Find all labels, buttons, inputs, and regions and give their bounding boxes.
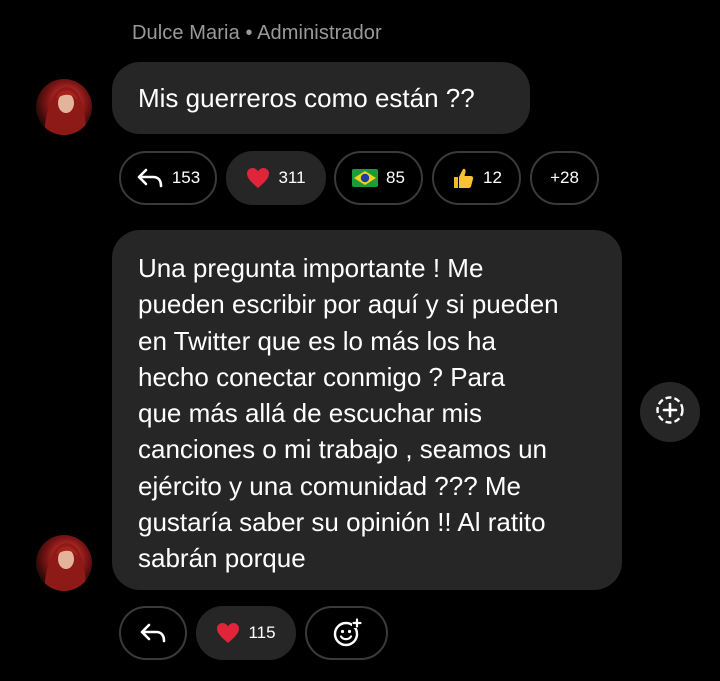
heart-count: 311 [278,168,306,187]
brazil-flag-reaction-chip[interactable]: 85 [334,151,423,205]
add-reaction-icon [332,618,362,648]
heart-icon [246,167,270,189]
heart-count: 115 [248,623,276,642]
reply-count: 153 [171,168,201,187]
heart-reaction-chip[interactable]: 311 [226,151,326,205]
reply-button[interactable]: 153 [119,151,217,205]
add-reaction-button[interactable] [305,606,388,660]
brazil-flag-icon [352,169,379,187]
more-reactions-chip[interactable]: +28 [530,151,599,205]
message-bubble: Mis guerreros como están ?? [112,62,530,134]
sender-name: Dulce Maria • Administrador [132,22,382,44]
add-circle-icon [654,394,686,431]
avatar[interactable] [36,79,92,135]
brazil-flag-count: 85 [386,168,405,187]
heart-reaction-chip[interactable]: 115 [196,606,296,660]
thumbs-up-count: 12 [483,168,502,187]
thumbs-up-icon [451,166,475,190]
avatar[interactable] [36,535,92,591]
reply-button[interactable] [119,606,187,660]
share-button[interactable] [640,382,700,442]
reply-icon [139,621,167,645]
heart-icon [216,622,240,644]
thumbs-up-reaction-chip[interactable]: 12 [432,151,521,205]
more-reactions-count: +28 [550,168,579,187]
reply-icon [136,166,164,190]
message-bubble: Una pregunta importante ! Me pueden escr… [112,230,622,590]
